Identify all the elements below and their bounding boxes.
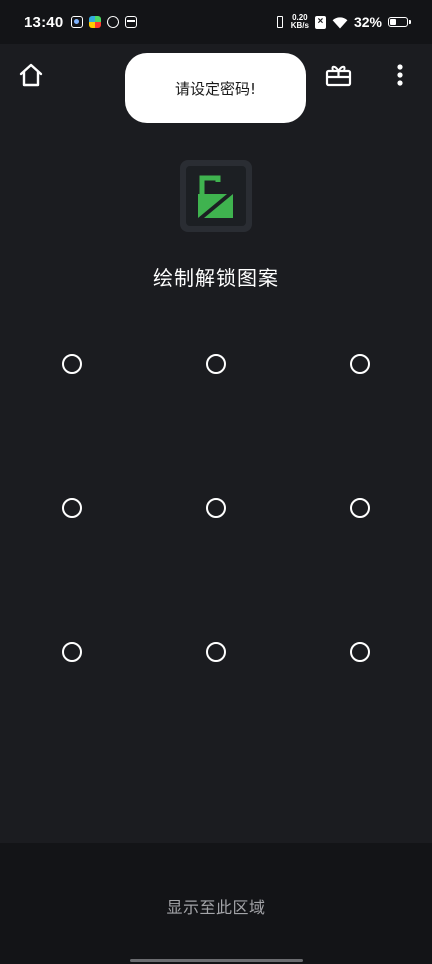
pattern-dot[interactable] — [62, 498, 82, 518]
toast-message: 请设定密码! — [125, 53, 306, 123]
status-indicators: 0.20 KB/s × 32% — [275, 14, 411, 30]
battery-icon — [388, 17, 411, 27]
lock-logo-icon — [186, 166, 246, 226]
app-store-icon — [89, 16, 102, 28]
gift-button[interactable] — [325, 63, 352, 87]
pattern-dot[interactable] — [62, 642, 82, 662]
no-sim-icon: × — [314, 15, 326, 29]
more-options-button[interactable] — [390, 62, 410, 88]
app-logo — [180, 160, 252, 232]
calendar-icon — [125, 16, 138, 28]
notification-icons — [71, 13, 138, 31]
more-vertical-icon — [397, 64, 403, 86]
show-area-label: 显示至此区域 — [166, 898, 266, 917]
battery-percent: 32% — [353, 14, 382, 30]
bottom-panel: 显示至此区域 — [0, 843, 432, 964]
lock-setup-screen: 13:40 0.20 KB/s × 32% 请设定密码! 绘制解锁图案 显示至此… — [0, 0, 432, 964]
pattern-dot[interactable] — [350, 354, 370, 374]
network-speed-unit: KB/s — [290, 21, 309, 30]
pattern-lock-grid[interactable] — [0, 292, 432, 724]
weather-icon — [71, 16, 84, 28]
gesture-navigation-bar[interactable] — [130, 959, 303, 962]
pattern-dot[interactable] — [350, 642, 370, 662]
wifi-icon — [332, 16, 348, 29]
status-bar: 13:40 0.20 KB/s × 32% — [0, 0, 432, 44]
vibrate-icon — [275, 16, 285, 28]
network-speed: 0.20 KB/s — [291, 14, 309, 30]
pattern-dot[interactable] — [206, 498, 226, 518]
home-button[interactable] — [18, 62, 44, 88]
pattern-title: 绘制解锁图案 — [153, 266, 279, 290]
home-icon — [19, 63, 43, 87]
pattern-dot[interactable] — [206, 642, 226, 662]
pattern-dot[interactable] — [206, 354, 226, 374]
battery-level-fill — [390, 19, 396, 25]
pattern-dot[interactable] — [62, 354, 82, 374]
toast-text: 请设定密码! — [174, 79, 256, 98]
status-time: 13:40 — [24, 13, 64, 31]
gift-icon — [325, 65, 352, 87]
link-icon — [105, 13, 122, 31]
pattern-dot[interactable] — [350, 498, 370, 518]
